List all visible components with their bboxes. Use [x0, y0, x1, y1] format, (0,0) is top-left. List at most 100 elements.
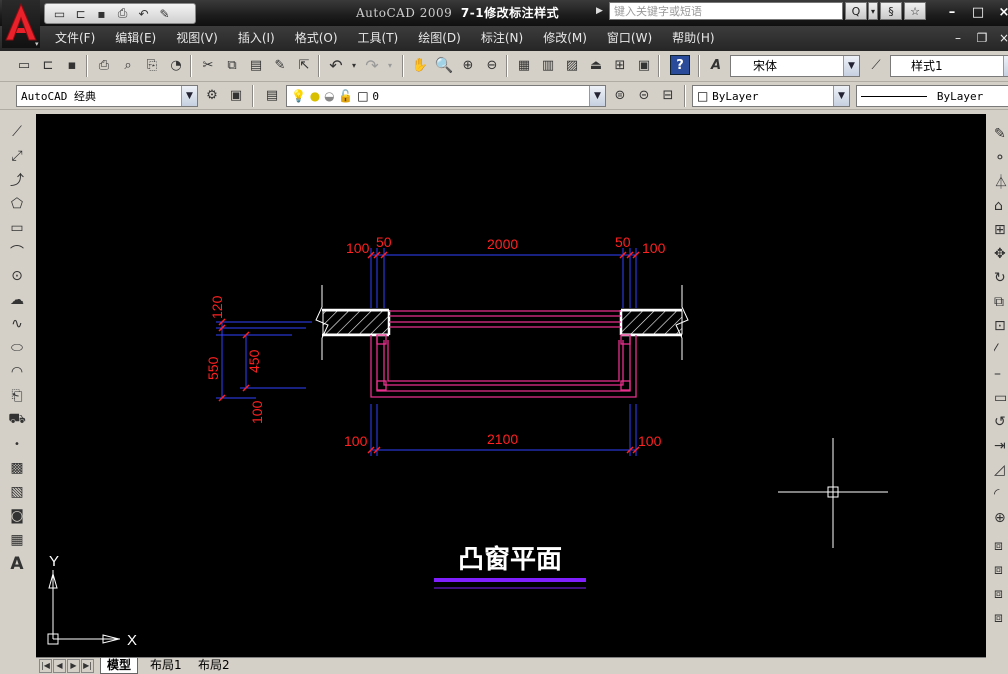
ellipse-icon[interactable]: ⬭ — [7, 338, 27, 358]
edit-icon[interactable]: ✎ — [156, 5, 173, 22]
layer-manager-icon[interactable]: ▤ — [262, 85, 282, 105]
zoom-realtime-icon[interactable]: 🔍 — [434, 55, 454, 75]
rotate-icon[interactable]: ↻ — [994, 268, 1008, 288]
save-icon[interactable]: ▪ — [62, 55, 82, 75]
plot-icon[interactable]: ⎙ — [94, 55, 114, 75]
document-close-button[interactable]: × — [994, 30, 1008, 46]
tab-layout1[interactable]: 布局1 — [144, 658, 188, 674]
paste-icon[interactable]: ▤ — [246, 55, 266, 75]
region-icon[interactable]: ◙ — [7, 506, 27, 526]
bring-above-icon[interactable]: ⧈ — [994, 608, 1008, 628]
publish-icon[interactable]: ⎘ — [142, 55, 162, 75]
array-icon[interactable]: ⊞ — [994, 220, 1008, 240]
menu-tools[interactable]: 工具(T) — [351, 26, 406, 51]
application-menu-button[interactable]: ▾ — [2, 0, 40, 48]
search-dropdown-icon[interactable]: ▾ — [868, 2, 878, 20]
erase-icon[interactable]: ✎ — [994, 124, 1008, 144]
polyline-icon[interactable]: ⤴ — [7, 170, 27, 190]
layer-select[interactable]: 💡 ● ◒ 🔓 □ 0 ▼ — [286, 85, 606, 107]
spline-icon[interactable]: ∿ — [7, 314, 27, 334]
qnew-icon[interactable]: ▭ — [14, 55, 34, 75]
properties-icon[interactable]: ▦ — [514, 55, 534, 75]
text-font-select[interactable]: 宋体 ▼ — [730, 55, 860, 77]
table-icon[interactable]: ▦ — [7, 530, 27, 550]
undo-icon[interactable]: ↶ — [135, 5, 152, 22]
undo-dropdown-icon[interactable]: ▾ — [344, 55, 364, 75]
make-object-layer-current-icon[interactable]: ⊜ — [610, 85, 630, 105]
new-file-icon[interactable]: ▭ — [51, 5, 68, 22]
menu-draw[interactable]: 绘图(D) — [411, 26, 468, 51]
tab-last-icon[interactable]: ▶| — [81, 659, 94, 673]
copy-icon[interactable]: ⧉ — [222, 55, 242, 75]
send-to-back-icon[interactable]: ⧈ — [994, 584, 1008, 604]
point-icon[interactable]: • — [7, 434, 27, 454]
fillet-icon[interactable]: ◜ — [994, 484, 1008, 504]
insert-block-icon[interactable]: ⎗ — [7, 386, 27, 406]
document-minimize-button[interactable]: – — [948, 30, 968, 46]
copy-object-icon[interactable]: ⚬ — [994, 148, 1008, 168]
redo-icon[interactable]: ↷ — [362, 55, 382, 75]
open-icon[interactable]: ⊏ — [38, 55, 58, 75]
offset-icon[interactable]: ⌂ — [994, 196, 1008, 216]
layer-states-icon[interactable]: ⊟ — [658, 85, 678, 105]
circle-icon[interactable]: ⊙ — [7, 266, 27, 286]
design-center-icon[interactable]: ▥ — [538, 55, 558, 75]
workspace-save-icon[interactable]: ▣ — [226, 85, 246, 105]
trim-icon[interactable]: ⁄ — [994, 340, 1008, 360]
multiline-text-icon[interactable]: A — [7, 554, 27, 574]
construction-line-icon[interactable]: ⤢ — [7, 146, 27, 166]
favorites-icon[interactable]: ☆ — [904, 2, 926, 20]
redo-dropdown-icon[interactable]: ▾ — [380, 55, 400, 75]
pan-icon[interactable]: ✋ — [410, 55, 430, 75]
cut-icon[interactable]: ✂ — [198, 55, 218, 75]
plot-preview-icon[interactable]: ⌕ — [118, 55, 138, 75]
arc-icon[interactable]: ⌒ — [7, 242, 27, 262]
text-style-icon[interactable]: A — [706, 55, 726, 75]
line-icon[interactable]: ⟋ — [7, 122, 27, 142]
break-at-point-icon[interactable]: ⇥ — [994, 436, 1008, 456]
open-file-icon[interactable]: ⊏ — [72, 5, 89, 22]
extend-icon[interactable]: – — [994, 364, 1008, 384]
undo-icon[interactable]: ↶ — [326, 55, 346, 75]
hatch-icon[interactable]: ▩ — [7, 458, 27, 478]
calculator-icon[interactable]: ▣ — [634, 55, 654, 75]
workspace-settings-icon[interactable]: ⚙ — [202, 85, 222, 105]
match-properties-icon[interactable]: ✎ — [270, 55, 290, 75]
chamfer-icon[interactable]: ◿ — [994, 460, 1008, 480]
drawing-canvas[interactable]: 100 50 2000 50 100 100 2100 100 120 550 … — [36, 114, 986, 658]
block-editor-icon[interactable]: ⇱ — [294, 55, 314, 75]
stretch-icon[interactable]: ⊡ — [994, 316, 1008, 336]
rectangle-icon[interactable]: ▭ — [7, 218, 27, 238]
scale-icon[interactable]: ⧉ — [994, 292, 1008, 312]
save-icon[interactable]: ▪ — [93, 5, 110, 22]
menu-file[interactable]: 文件(F) — [48, 26, 102, 51]
workspace-select[interactable]: AutoCAD 经典 ▼ — [16, 85, 198, 107]
explode-icon[interactable]: ⊕ — [994, 508, 1008, 528]
dimension-style-select[interactable]: 样式1 ▼ — [890, 55, 1008, 77]
subscription-center-icon[interactable]: § — [880, 2, 902, 20]
break-icon[interactable]: ▭ — [994, 388, 1008, 408]
draw-order-icon[interactable]: ⧈ — [994, 536, 1008, 556]
zoom-previous-icon[interactable]: ⊖ — [482, 55, 502, 75]
menu-view[interactable]: 视图(V) — [169, 26, 225, 51]
menu-dimension[interactable]: 标注(N) — [474, 26, 530, 51]
revision-cloud-icon[interactable]: ☁ — [7, 290, 27, 310]
join-icon[interactable]: ↺ — [994, 412, 1008, 432]
3d-dwf-icon[interactable]: ◔ — [166, 55, 186, 75]
menu-modify[interactable]: 修改(M) — [536, 26, 594, 51]
gradient-icon[interactable]: ▧ — [7, 482, 27, 502]
zoom-window-icon[interactable]: ⊕ — [458, 55, 478, 75]
bring-to-front-icon[interactable]: ⧈ — [994, 560, 1008, 580]
menu-edit[interactable]: 编辑(E) — [108, 26, 163, 51]
menu-window[interactable]: 窗口(W) — [600, 26, 659, 51]
menu-help[interactable]: 帮助(H) — [665, 26, 721, 51]
window-minimize-button[interactable]: – — [942, 4, 962, 22]
move-icon[interactable]: ✥ — [994, 244, 1008, 264]
make-block-icon[interactable]: ⛟ — [7, 410, 27, 430]
layer-previous-icon[interactable]: ⊝ — [634, 85, 654, 105]
print-icon[interactable]: ⎙ — [114, 5, 131, 22]
linetype-select[interactable]: ByLayer — [856, 85, 1008, 107]
menu-insert[interactable]: 插入(I) — [231, 26, 282, 51]
sheet-set-icon[interactable]: ⏏ — [586, 55, 606, 75]
tab-model[interactable]: 模型 — [100, 658, 139, 674]
